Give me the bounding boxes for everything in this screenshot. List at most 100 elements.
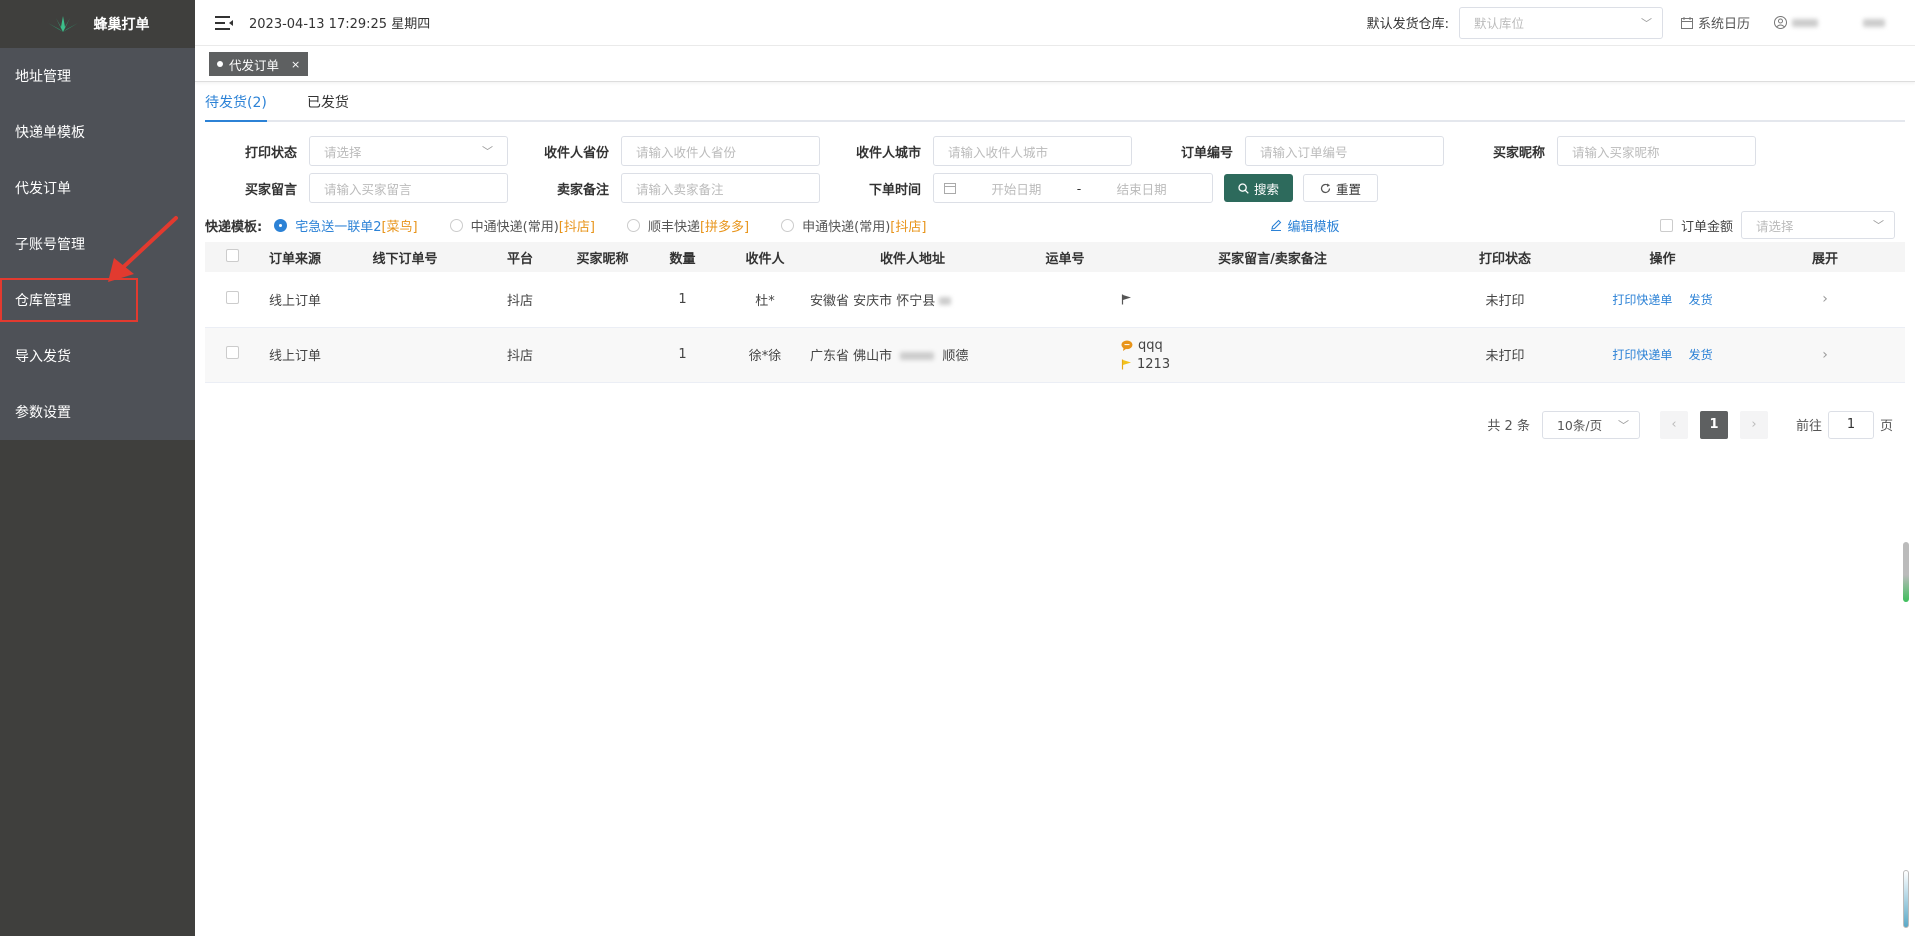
sidebar-item-address[interactable]: 地址管理 — [0, 48, 195, 104]
page-unit: 页 — [1879, 419, 1893, 434]
order-qty: 1 — [678, 347, 687, 362]
print-waybill-link[interactable]: 打印快递单 — [1612, 293, 1672, 307]
city-placeholder: 请输入收件人城市 — [948, 144, 1049, 160]
menu-toggle-icon[interactable] — [211, 15, 237, 30]
buyer-msg-input[interactable]: 请输入买家留言 — [309, 173, 508, 203]
page-number-button[interactable]: 1 — [1699, 410, 1728, 439]
tab-pending[interactable]: 待发货(2) — [205, 86, 267, 122]
buyer-msg-line: qqq — [1121, 338, 1163, 353]
sidebar-item-warehouse[interactable]: 仓库管理 — [0, 278, 138, 322]
order-platform: 抖店 — [506, 293, 533, 309]
expand-cell: › — [1745, 272, 1905, 327]
user-menu[interactable] — [1774, 16, 1885, 29]
goto-page-input[interactable] — [1827, 410, 1874, 439]
seller-note-input[interactable]: 请输入卖家备注 — [621, 173, 820, 203]
close-icon[interactable]: × — [291, 58, 300, 71]
recipient-address: 广东省 佛山市 — [810, 349, 893, 364]
offline-order-no — [330, 272, 480, 327]
sidebar-item-dropship-orders[interactable]: 代发订单 — [0, 160, 195, 216]
template-option-zto[interactable]: 中通快递(常用)[抖店] — [449, 216, 595, 235]
ship-link[interactable]: 发货 — [1689, 293, 1713, 307]
floating-thermometer-widget[interactable] — [1903, 870, 1909, 928]
column-header: 平台 — [506, 251, 533, 267]
tab-shipped[interactable]: 已发货 — [307, 86, 349, 120]
page-size-select[interactable]: 10条/页 ﹀ — [1541, 410, 1640, 439]
order-date-range[interactable]: 开始日期 - 结束日期 — [933, 173, 1213, 203]
flag-icon — [1121, 294, 1131, 305]
reset-button-label: 重置 — [1336, 182, 1362, 197]
operations-cell: 打印快递单 发货 — [1580, 327, 1745, 382]
province-input[interactable]: 请输入收件人省份 — [621, 136, 820, 166]
template-option-sf[interactable]: 顺丰快递[拼多多] — [626, 216, 749, 235]
sidebar-item-label: 仓库管理 — [15, 293, 71, 309]
sidebar-item-import-ship[interactable]: 导入发货 — [0, 328, 195, 384]
template-label: 快递模板: — [205, 219, 263, 235]
sidebar-item-label: 代发订单 — [15, 181, 71, 197]
recipient-name: 杜* — [755, 293, 775, 309]
filter-row-1: 打印状态 请选择 ﹀ 收件人省份 请输入收件人省份 收件人城市 请输入收件人城市… — [205, 136, 1905, 166]
address-blurred — [939, 296, 952, 305]
order-qty: 1 — [678, 291, 687, 307]
search-button-label: 搜索 — [1254, 182, 1280, 197]
system-calendar-link[interactable]: 系统日历 — [1680, 13, 1750, 32]
sidebar-item-settings[interactable]: 参数设置 — [0, 384, 195, 440]
template-row: 快递模板: 宅急送一联单2[菜鸟] 中通快递(常用)[抖店] 顺丰快递[拼多多]… — [205, 210, 1905, 240]
buyer-message: qqq — [1138, 337, 1163, 353]
column-header: 买家留言/卖家备注 — [1218, 251, 1327, 267]
main-content: 待发货(2) 已发货 打印状态 请选择 ﹀ 收件人省份 请输入收件人省份 收件人… — [205, 86, 1905, 439]
edit-template-link[interactable]: 编辑模板 — [1270, 216, 1339, 235]
end-date[interactable]: 结束日期 — [1081, 179, 1202, 198]
row-checkbox[interactable] — [226, 346, 239, 359]
row-select-cell — [205, 272, 260, 327]
reset-button[interactable]: 重置 — [1303, 174, 1379, 202]
goto-label: 前往 — [1795, 419, 1822, 434]
chevron-down-icon: ﹀ — [482, 145, 493, 158]
column-header: 数量 — [669, 251, 696, 267]
city-input[interactable]: 请输入收件人城市 — [933, 136, 1132, 166]
offline-order-no — [330, 327, 480, 382]
app-logo[interactable]: 蜂巢打单 — [0, 0, 195, 48]
order-tabs: 待发货(2) 已发货 — [205, 86, 1905, 122]
print-status-select[interactable]: 请选择 ﹀ — [309, 136, 508, 166]
column-header: 展开 — [1811, 251, 1838, 267]
column-header: 操作 — [1649, 251, 1676, 267]
floating-scroll-widget[interactable] — [1903, 542, 1909, 602]
pagination: 共 2 条 10条/页 ﹀ ‹ 1 › 前往 页 — [205, 410, 1905, 439]
sidebar-item-label: 快递单模板 — [15, 125, 85, 141]
sidebar-item-waybill-template[interactable]: 快递单模板 — [0, 104, 195, 160]
prev-page-button[interactable]: ‹ — [1659, 410, 1688, 439]
nickname-input[interactable]: 请输入买家昵称 — [1557, 136, 1756, 166]
nickname-label: 买家昵称 — [1492, 145, 1545, 161]
template-option-sto[interactable]: 申通快递(常用)[抖店] — [781, 216, 926, 235]
annotation-arrow-icon — [108, 216, 178, 282]
order-amount-select[interactable]: 请选择 ﹀ — [1741, 211, 1895, 239]
user-icon — [1774, 16, 1787, 29]
tag-dropship-orders[interactable]: 代发订单 × — [209, 52, 309, 76]
seller-note-line — [1121, 294, 1137, 305]
template-option-zjs[interactable]: 宅急送一联单2[菜鸟] — [274, 216, 418, 235]
warehouse-select[interactable]: 默认库位 ﹀ — [1458, 6, 1663, 39]
start-date[interactable]: 开始日期 — [956, 179, 1077, 198]
table-row: 线上订单 抖店 1 徐*徐 广东省 佛山市 顺德 qqq 1213 未打印 打印… — [205, 327, 1905, 382]
order-amount-checkbox[interactable] — [1659, 218, 1673, 232]
chevron-right-icon[interactable]: › — [1822, 347, 1828, 363]
row-checkbox[interactable] — [226, 290, 239, 304]
next-page-button[interactable]: › — [1739, 410, 1768, 439]
column-header: 线下订单号 — [372, 251, 438, 267]
buyer-msg-placeholder: 请输入买家留言 — [324, 181, 412, 197]
radio-icon — [781, 218, 795, 232]
tag-label: 代发订单 — [229, 57, 280, 73]
chevron-right-icon: › — [1751, 417, 1757, 432]
seller-note-label: 卖家备注 — [556, 182, 609, 198]
select-all-cell — [205, 242, 260, 272]
search-button[interactable]: 搜索 — [1224, 174, 1294, 202]
print-status-label: 打印状态 — [244, 145, 297, 161]
order-no-input[interactable]: 请输入订单编号 — [1245, 136, 1444, 166]
select-all-checkbox[interactable] — [226, 248, 239, 262]
waybill-no — [1015, 272, 1115, 327]
ship-link[interactable]: 发货 — [1689, 348, 1713, 362]
chevron-right-icon[interactable]: › — [1822, 291, 1828, 307]
order-amount-label: 订单金额 — [1680, 219, 1733, 235]
print-waybill-link[interactable]: 打印快递单 — [1612, 348, 1672, 362]
chevron-left-icon: ‹ — [1671, 417, 1677, 432]
